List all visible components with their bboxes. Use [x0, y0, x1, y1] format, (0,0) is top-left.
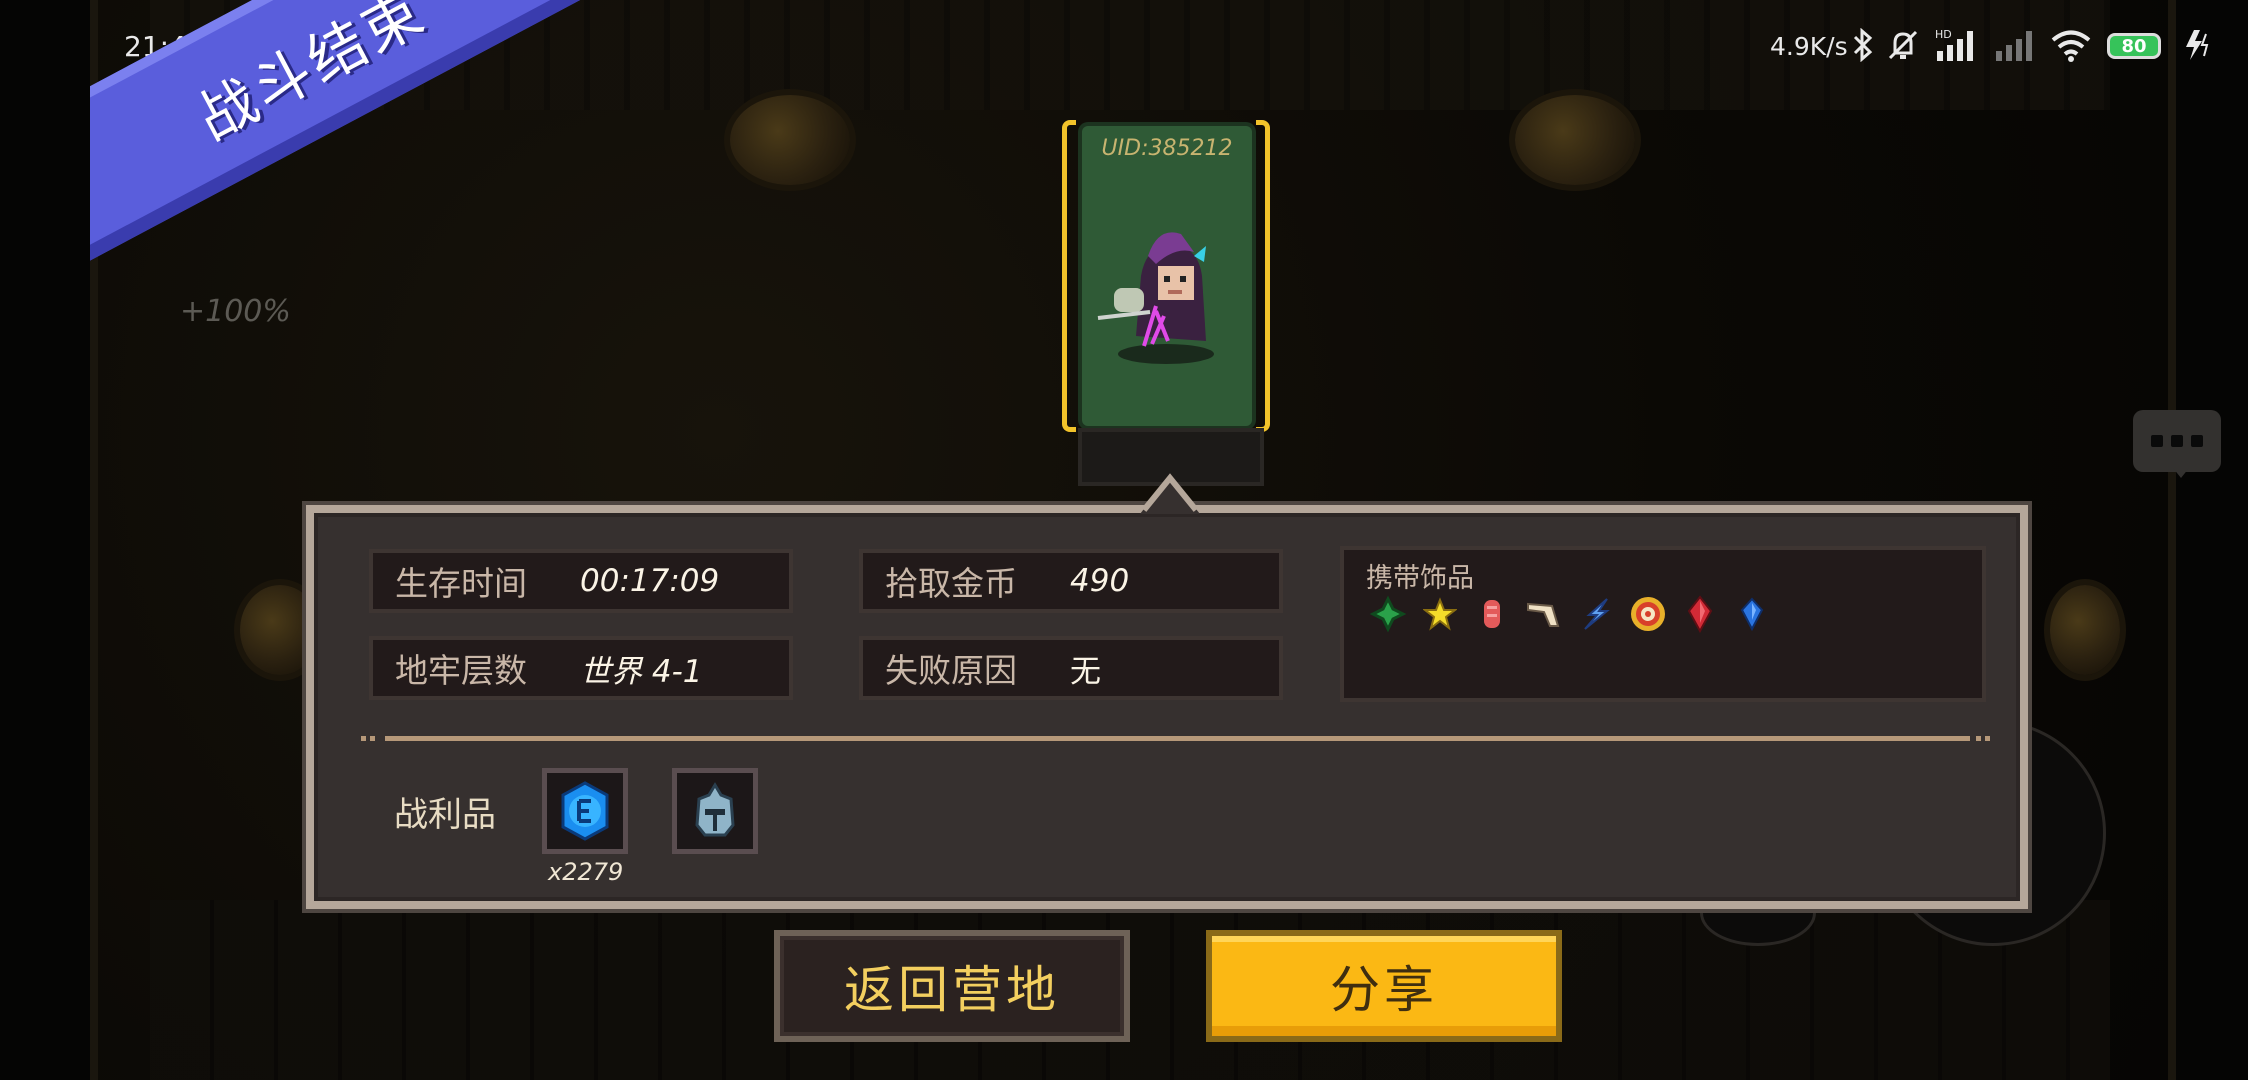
stat-gold: 拾取金币 490: [859, 549, 1283, 613]
wall-torch-orb: [2050, 585, 2120, 675]
accessories-box: 携带饰品: [1340, 546, 1986, 702]
stat-value: 490: [1070, 563, 1130, 599]
wall-torch-orb: [1515, 95, 1635, 185]
stat-label: 地牢层数: [395, 651, 527, 690]
character-card: [1082, 126, 1252, 426]
target-icon[interactable]: [1628, 594, 1668, 634]
stat-label: 拾取金币: [885, 564, 1017, 603]
blue-gem-icon[interactable]: [1732, 594, 1772, 634]
bonus-percentage: +100%: [180, 294, 291, 329]
signal-icon: [1994, 26, 2034, 64]
accessories-list: [1368, 594, 1772, 634]
horn-icon[interactable]: [1524, 594, 1564, 634]
character-sprite-icon: [1097, 232, 1214, 364]
stat-label: 失败原因: [885, 651, 1017, 690]
green-clover-icon[interactable]: [1368, 594, 1408, 634]
return-camp-button[interactable]: 返回营地: [774, 930, 1130, 1042]
stat-survival-time: 生存时间 00:17:09: [369, 549, 793, 613]
network-speed: 4.9K/s: [1770, 32, 1848, 61]
hd-signal-icon: HD: [1935, 26, 1979, 64]
stat-value: 无: [1070, 653, 1101, 690]
stat-dungeon-level: 地牢层数 世界 4-1: [369, 636, 793, 700]
stat-fail-reason: 失败原因 无: [859, 636, 1283, 700]
meat-icon[interactable]: [1472, 594, 1512, 634]
wifi-icon: [2050, 26, 2092, 64]
panel-divider: [361, 736, 1994, 741]
svg-text:HD: HD: [1935, 28, 1952, 41]
loot-count: x2279: [548, 858, 624, 886]
charging-icon: [2182, 26, 2212, 64]
share-button[interactable]: 分享: [1206, 930, 1562, 1042]
battery-indicator: 80: [2107, 33, 2161, 59]
knight-helmet-icon: [695, 782, 735, 837]
card-frame-left: [1062, 120, 1076, 432]
loot-slot-helmet[interactable]: [672, 768, 758, 854]
player-uid: UID:385212: [1101, 136, 1233, 161]
blue-coin-icon: [561, 781, 609, 841]
loot-slot-gems[interactable]: [542, 768, 628, 854]
loot-label: 战利品: [394, 795, 496, 835]
banner-ribbon: [90, 0, 890, 286]
stat-value: 世界 4-1: [580, 653, 703, 690]
star-icon[interactable]: [1420, 594, 1460, 634]
lightning-icon[interactable]: [1576, 594, 1616, 634]
accessories-title: 携带饰品: [1366, 563, 1474, 594]
bluetooth-icon: [1852, 26, 1874, 64]
stat-label: 生存时间: [395, 564, 527, 603]
panel-pointer: [1140, 473, 1200, 514]
red-gem-icon[interactable]: [1680, 594, 1720, 634]
chat-icon[interactable]: [2133, 410, 2221, 478]
mute-icon: [1886, 26, 1920, 64]
card-frame-right: [1256, 120, 1270, 432]
dungeon-floor: [150, 900, 2110, 1080]
stat-value: 00:17:09: [580, 563, 720, 599]
